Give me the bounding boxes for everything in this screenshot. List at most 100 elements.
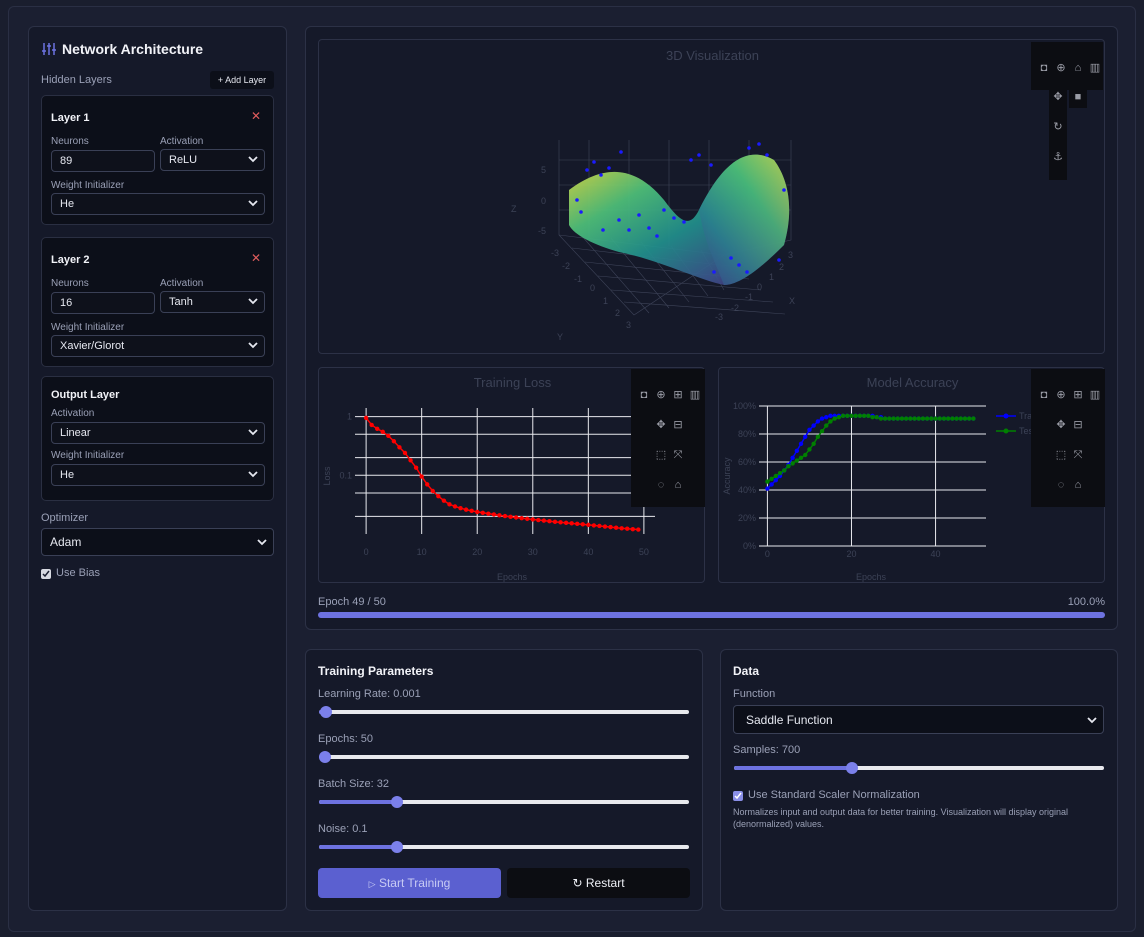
loss-point [508, 514, 513, 520]
slider-thumb[interactable] [320, 706, 333, 718]
zoom-out-icon[interactable]: ⊟ [1071, 418, 1085, 432]
activation-select[interactable]: Tanh [160, 291, 265, 313]
video-camera-icon[interactable]: ■ [1071, 90, 1085, 104]
slider-thumb[interactable] [390, 796, 403, 808]
autoscale-icon[interactable]: ⤧ [671, 448, 685, 462]
epochs-slider[interactable] [318, 751, 689, 763]
optimizer-label: Optimizer [41, 512, 89, 524]
viz3d-modebar-extra: ■ [1069, 88, 1087, 108]
zoom-in-icon[interactable]: ⊞ [671, 388, 685, 402]
test-accuracy-point [924, 416, 930, 421]
x-axis-label: X [789, 296, 795, 306]
activation-label: Activation [160, 278, 204, 289]
neurons-input[interactable]: 16 [51, 292, 155, 314]
loss-y-tick: 1 [347, 412, 352, 422]
learning-rate-slider[interactable] [319, 706, 689, 718]
test-accuracy-point [828, 419, 833, 424]
neurons-input[interactable]: 89 [51, 150, 155, 172]
optimizer-select[interactable]: Adam [41, 528, 274, 556]
pan-icon[interactable]: ✥ [1054, 418, 1068, 432]
accuracy-chart-container: Model Accuracy 0 20 40 0% 20% 40% 60% 80% 100% … [718, 367, 1105, 583]
start-training-button[interactable]: ▷ Start Training [318, 868, 501, 898]
init-select[interactable]: He [51, 464, 265, 486]
activation-select[interactable]: Linear [51, 422, 265, 444]
autoscale-icon[interactable]: ⤧ [1071, 448, 1085, 462]
plotly-logo-icon[interactable]: ▥ [1088, 61, 1102, 75]
camera-icon[interactable]: ◘ [1037, 388, 1051, 402]
training-accuracy-point [790, 455, 795, 460]
turntable-icon[interactable]: ⚓ [1051, 150, 1065, 164]
progress-percent: 100.0% [1067, 596, 1105, 608]
zoom-in-icon[interactable]: ⊞ [1071, 388, 1085, 402]
box-select-icon[interactable]: ⬚ [1054, 448, 1068, 462]
loss-x-tick: 40 [583, 547, 593, 557]
loss-point [413, 465, 419, 470]
test-accuracy-point [933, 416, 938, 421]
slider-thumb[interactable] [846, 762, 859, 774]
zoom-icon[interactable]: ⊕ [1054, 61, 1068, 75]
visualization-panel: 3D Visualization 5 0 -5 Z Y X -3 -2 -1 0… [305, 26, 1118, 630]
add-layer-button[interactable]: + Add Layer [210, 71, 274, 89]
camera-icon[interactable]: ◘ [1037, 61, 1051, 75]
slider-thumb[interactable] [390, 841, 403, 853]
lasso-icon[interactable]: ◌ [654, 478, 668, 492]
pan-icon[interactable]: ✥ [654, 418, 668, 432]
home-icon[interactable]: ⌂ [671, 478, 685, 492]
plotly-logo-icon[interactable]: ▥ [688, 388, 702, 402]
z-tick: 0 [541, 196, 546, 206]
zoom-icon[interactable]: ⊕ [654, 388, 668, 402]
loss-y-tick: 0.1 [339, 470, 352, 480]
scaler-checkbox[interactable] [733, 791, 743, 801]
remove-layer-icon[interactable]: ✕ [251, 109, 261, 123]
loss-point [375, 426, 380, 431]
function-select[interactable]: Saddle Function [733, 705, 1104, 734]
init-select[interactable]: He [51, 193, 265, 215]
batch-size-slider[interactable] [319, 796, 689, 808]
loss-x-tick: 30 [528, 547, 538, 557]
y-tick: 0 [590, 283, 595, 293]
test-accuracy-point [861, 413, 867, 418]
test-accuracy-point [786, 464, 791, 469]
plotly-logo-icon[interactable]: ▥ [1088, 388, 1102, 402]
init-select[interactable]: Xavier/Glorot [51, 335, 265, 357]
orbit-icon[interactable]: ↻ [1051, 120, 1065, 134]
progress-bar-fill [318, 612, 1105, 618]
accuracy-ylabel: Accuracy [722, 457, 732, 495]
z-axis-label: Z [511, 204, 517, 214]
noise-slider[interactable] [319, 841, 689, 853]
viz3d-plot[interactable]: 5 0 -5 Z Y X -3 -2 -1 0 1 2 3 -3 -2 -1 0 [319, 40, 1106, 355]
test-accuracy-point [815, 434, 821, 439]
optimizer-value: Adam [50, 535, 82, 549]
activation-select[interactable]: ReLU [160, 149, 265, 171]
zoom-icon[interactable]: ⊕ [1054, 388, 1068, 402]
loss-x-tick: 50 [639, 547, 649, 557]
viz3d-container: 3D Visualization 5 0 -5 Z Y X -3 -2 -1 0… [318, 39, 1105, 354]
pan-icon[interactable]: ✥ [1051, 90, 1065, 104]
y-tick: -1 [574, 274, 582, 284]
activation-value: Linear [60, 427, 91, 439]
loss-point [447, 502, 452, 507]
activation-label: Activation [51, 408, 95, 419]
home-icon[interactable]: ⌂ [1071, 478, 1085, 492]
loss-point [475, 509, 480, 515]
box-select-icon[interactable]: ⬚ [654, 448, 668, 462]
acc-y-tick: 0% [743, 541, 756, 551]
test-accuracy-point [803, 452, 808, 458]
test-accuracy-point [794, 458, 800, 463]
loss-point [558, 520, 563, 525]
lasso-icon[interactable]: ◌ [1054, 478, 1068, 492]
home-icon[interactable]: ⌂ [1071, 61, 1085, 75]
function-label: Function [733, 688, 776, 700]
loss-point [402, 450, 408, 456]
test-accuracy-point [916, 416, 921, 421]
slider-thumb[interactable] [318, 751, 331, 763]
training-accuracy-point [828, 413, 833, 418]
remove-layer-icon[interactable]: ✕ [251, 251, 261, 265]
samples-slider[interactable] [734, 762, 1104, 774]
restart-button[interactable]: ↻ Restart [507, 868, 690, 898]
camera-icon[interactable]: ◘ [637, 388, 651, 402]
use-bias-checkbox[interactable] [41, 569, 51, 579]
loss-point [636, 527, 641, 532]
data-title: Data [733, 664, 760, 678]
zoom-out-icon[interactable]: ⊟ [671, 418, 685, 432]
